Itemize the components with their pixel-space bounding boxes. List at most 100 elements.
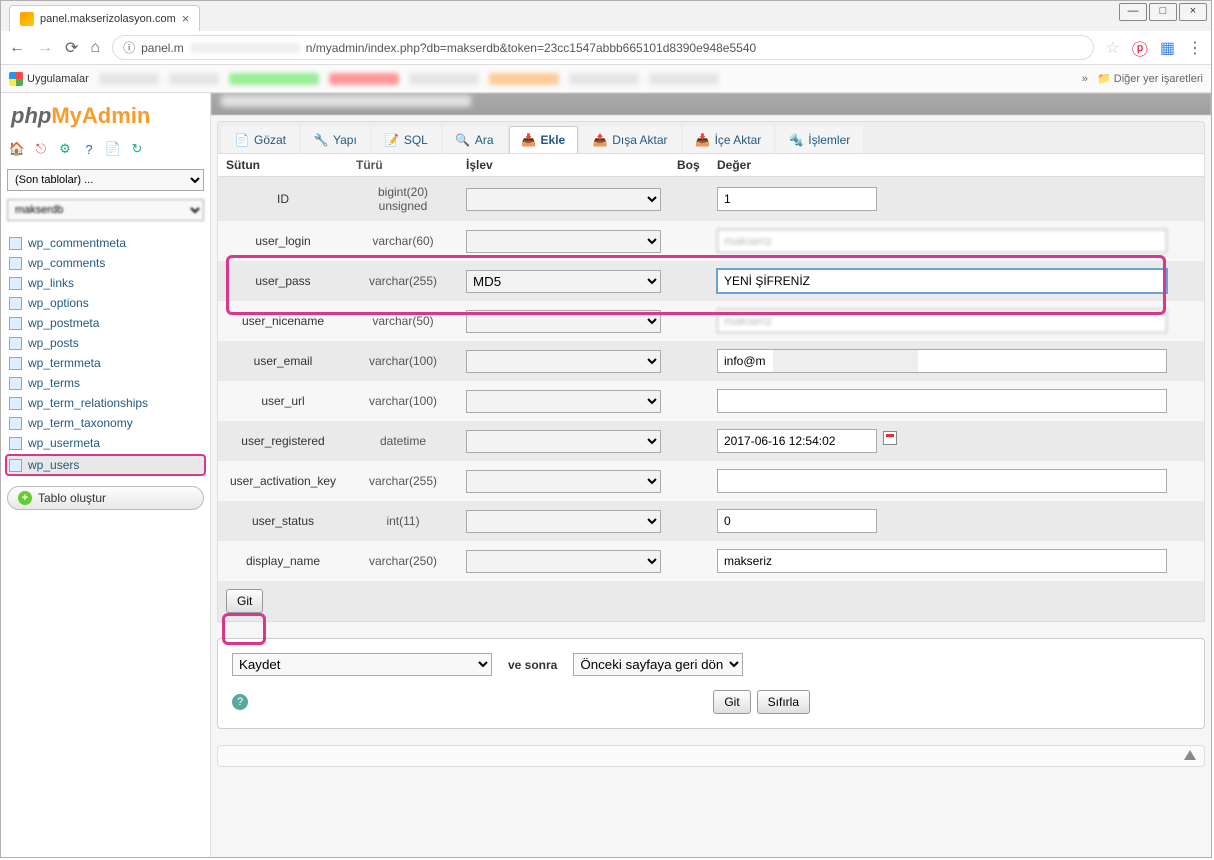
console-toggle-icon[interactable] (1184, 750, 1196, 760)
url-input[interactable]: ⓘ panel.m n/myadmin/index.php?db=makserd… (112, 35, 1093, 60)
home-icon[interactable]: 🏠 (9, 141, 25, 157)
function-select[interactable] (466, 230, 661, 253)
settings-icon[interactable]: 📄 (105, 141, 121, 157)
reload-nav-icon[interactable]: ↻ (129, 141, 145, 157)
value-input[interactable] (717, 509, 877, 533)
value-input[interactable] (717, 187, 877, 211)
value-input[interactable] (717, 269, 1167, 293)
value-input[interactable] (717, 349, 1167, 373)
tab-operations[interactable]: 🔩İşlemler (776, 126, 863, 153)
tab-export[interactable]: 📤Dışa Aktar (580, 126, 680, 153)
sql-icon[interactable]: ⚙ (57, 141, 73, 157)
recent-tables-select[interactable]: (Son tablolar) ... (7, 169, 204, 191)
tab-insert[interactable]: 📥Ekle (509, 126, 579, 153)
table-label: wp_users (28, 458, 79, 472)
sidebar-table-wp-term-relationships[interactable]: wp_term_relationships (7, 393, 204, 413)
table-label: wp_posts (28, 336, 79, 350)
database-select[interactable]: makserdb (7, 199, 204, 221)
save-mode-select[interactable]: Kaydet (232, 653, 492, 676)
column-name: user_pass (218, 261, 348, 301)
overflow-chevron[interactable]: » (1082, 73, 1088, 85)
row-user-pass: user_passvarchar(255)MD5 (218, 261, 1204, 301)
null-cell (669, 177, 709, 222)
function-select[interactable] (466, 390, 661, 413)
value-input[interactable] (717, 389, 1167, 413)
close-window-button[interactable]: × (1179, 3, 1207, 21)
sidebar-table-wp-term-taxonomy[interactable]: wp_term_taxonomy (7, 413, 204, 433)
row-user-login: user_loginvarchar(60) (218, 221, 1204, 261)
more-bookmarks-label[interactable]: Diğer yer işaretleri (1114, 73, 1203, 85)
bookmark-blur (329, 73, 399, 85)
minimize-button[interactable]: — (1119, 3, 1147, 21)
home-button[interactable]: ⌂ (90, 39, 100, 57)
sidebar-table-wp-users[interactable]: wp_users (5, 454, 206, 476)
logout-icon[interactable]: ⎋ (33, 141, 49, 157)
sidebar-table-wp-usermeta[interactable]: wp_usermeta (7, 433, 204, 453)
extension-icon[interactable]: ▦ (1160, 38, 1175, 58)
function-select[interactable] (466, 550, 661, 573)
column-name: user_email (218, 341, 348, 381)
null-cell (669, 421, 709, 461)
value-input[interactable] (717, 309, 1167, 333)
value-input[interactable] (717, 229, 1167, 253)
function-select[interactable] (466, 188, 661, 211)
tab-close-icon[interactable]: × (182, 11, 190, 26)
url-blur (190, 43, 300, 53)
sidebar-table-wp-posts[interactable]: wp_posts (7, 333, 204, 353)
go-button-bottom[interactable]: Git (713, 690, 750, 714)
header-null: Boş (669, 154, 709, 177)
import-icon: 📥 (696, 133, 710, 147)
value-input[interactable] (717, 429, 877, 453)
apps-icon (9, 72, 23, 86)
tab-import[interactable]: 📥İçe Aktar (683, 126, 775, 153)
tab-structure[interactable]: 🔧Yapı (301, 126, 370, 153)
function-select[interactable] (466, 510, 661, 533)
sidebar-table-wp-links[interactable]: wp_links (7, 273, 204, 293)
sidebar-table-wp-options[interactable]: wp_options (7, 293, 204, 313)
back-button[interactable]: ← (9, 39, 25, 57)
apps-button[interactable]: Uygulamalar (9, 72, 89, 86)
function-select[interactable] (466, 310, 661, 333)
create-table-button[interactable]: + Tablo oluştur (7, 486, 204, 510)
function-select[interactable]: MD5 (466, 270, 661, 293)
sidebar-table-wp-comments[interactable]: wp_comments (7, 253, 204, 273)
maximize-button[interactable]: □ (1149, 3, 1177, 21)
function-select[interactable] (466, 470, 661, 493)
structure-icon: 🔧 (314, 133, 328, 147)
reset-button[interactable]: Sıfırla (757, 690, 810, 714)
phpmyadmin-favicon (20, 12, 34, 26)
value-input[interactable] (717, 469, 1167, 493)
calendar-icon[interactable] (883, 431, 897, 445)
info-icon: ⓘ (123, 39, 135, 56)
sidebar-table-wp-commentmeta[interactable]: wp_commentmeta (7, 233, 204, 253)
menu-icon[interactable]: ⋮ (1187, 38, 1203, 58)
table-label: wp_termmeta (28, 356, 101, 370)
table-icon (9, 297, 22, 310)
function-select[interactable] (466, 350, 661, 373)
table-icon (9, 237, 22, 250)
reload-button[interactable]: ⟳ (65, 38, 78, 58)
pinterest-icon[interactable]: ⓟ (1132, 36, 1148, 60)
tab-title: panel.makserizolasyon.com (40, 13, 176, 25)
apps-label: Uygulamalar (27, 73, 89, 85)
folder-icon: 📁 (1097, 73, 1111, 85)
function-select[interactable] (466, 430, 661, 453)
help-icon[interactable]: ? (232, 694, 248, 710)
tab-browse[interactable]: 📄Gözat (222, 126, 299, 153)
bookmark-blur (409, 73, 479, 85)
table-label: wp_options (28, 296, 89, 310)
sidebar-table-wp-terms[interactable]: wp_terms (7, 373, 204, 393)
star-icon[interactable]: ☆ (1106, 38, 1120, 58)
table-label: wp_terms (28, 376, 80, 390)
sidebar-table-wp-termmeta[interactable]: wp_termmeta (7, 353, 204, 373)
bookmark-blur (229, 73, 319, 85)
browser-tab[interactable]: panel.makserizolasyon.com × (9, 5, 200, 31)
value-input[interactable] (717, 549, 1167, 573)
sidebar-table-wp-postmeta[interactable]: wp_postmeta (7, 313, 204, 333)
docs-icon[interactable]: ? (81, 141, 97, 157)
tab-sql[interactable]: 📝SQL (372, 126, 441, 153)
after-action-select[interactable]: Önceki sayfaya geri dön (573, 653, 743, 676)
row-user-nicename: user_nicenamevarchar(50) (218, 301, 1204, 341)
go-button[interactable]: Git (226, 589, 263, 613)
tab-search[interactable]: 🔍Ara (443, 126, 507, 153)
